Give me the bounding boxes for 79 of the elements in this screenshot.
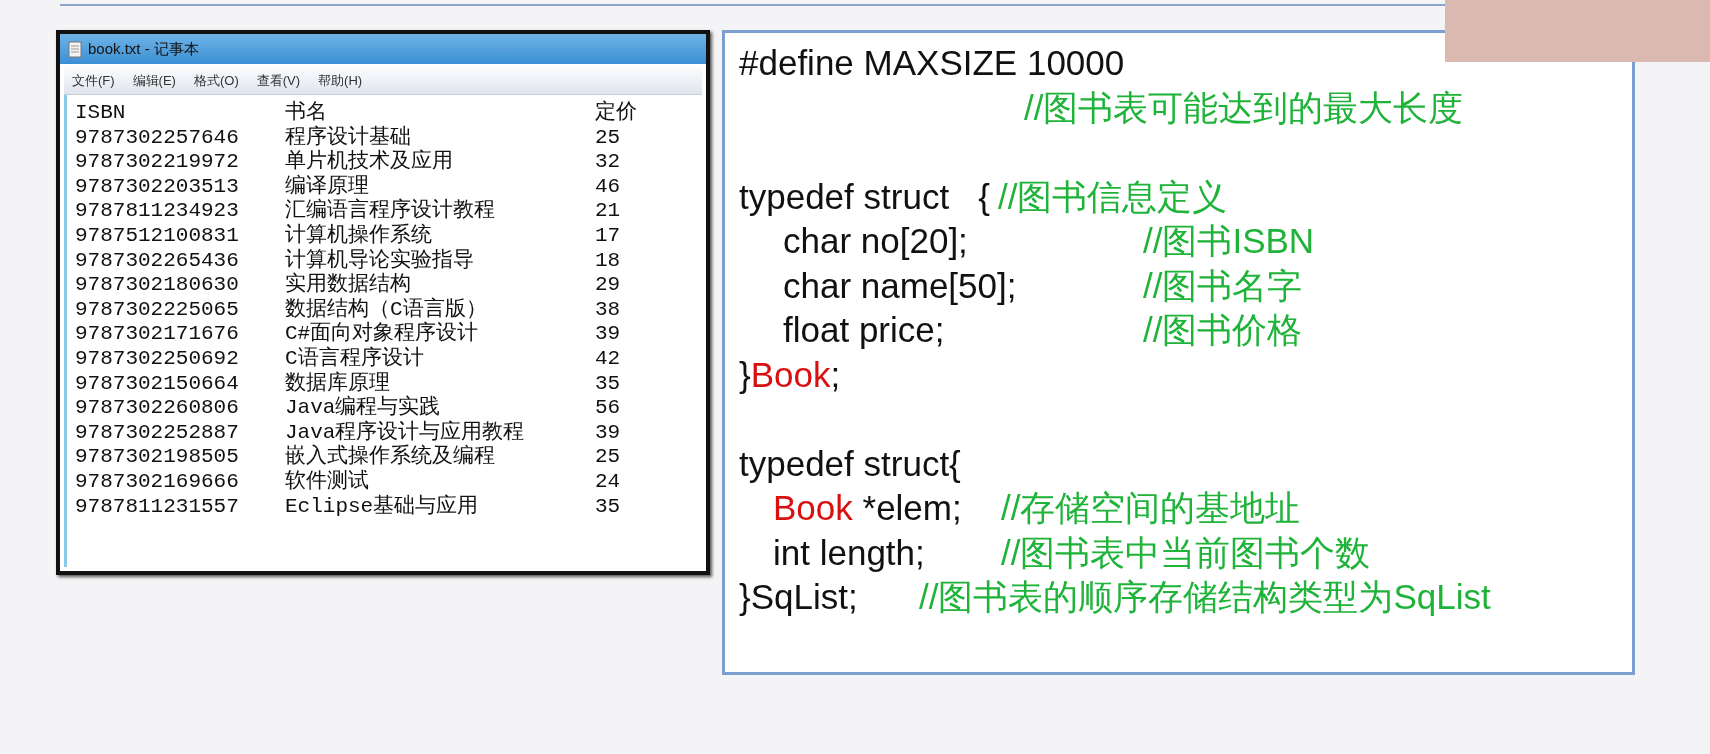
menu-item[interactable]: 文件(F) xyxy=(72,72,115,90)
text-line: 软件测试 xyxy=(285,469,370,495)
code-comment: //图书表中当前图书个数 xyxy=(1001,531,1371,574)
text-line: 9787811231557 xyxy=(75,494,240,520)
text-line: 计算机导论实验指导 xyxy=(285,248,475,272)
code-text: float price; xyxy=(783,310,945,349)
text-line: 9787302198505 xyxy=(75,445,240,470)
text-line: 9787302169666 xyxy=(75,469,240,495)
code-text: ; xyxy=(830,354,841,394)
code-comment: //图书表可能达到的最大长度 xyxy=(1024,86,1464,129)
code-text: #define MAXSIZE 10000 xyxy=(739,43,1125,82)
text-line: 9787302203513 xyxy=(75,174,240,200)
text-line: 39 xyxy=(595,322,622,347)
text-line: 9787302257646 xyxy=(75,125,240,151)
text-line: 39 xyxy=(595,420,622,446)
text-line: Java程序设计与应用教程 xyxy=(285,420,526,444)
text-line: 9787302225065 xyxy=(75,297,240,323)
menu-item[interactable]: 格式(O) xyxy=(193,72,239,90)
code-comment: //存储空间的基地址 xyxy=(1001,487,1301,529)
text-line: ISBN xyxy=(75,101,127,126)
code-comment: //图书价格 xyxy=(1143,309,1303,351)
code-text: *elem; xyxy=(861,488,962,527)
text-line: 56 xyxy=(595,396,622,421)
text-line: 程序设计基础 xyxy=(285,125,412,149)
text-line: 汇编语言程序设计教程 xyxy=(285,199,496,223)
menu-item[interactable]: 编辑(E) xyxy=(132,72,176,90)
text-line: 32 xyxy=(595,150,622,175)
code-comment: //图书ISBN xyxy=(1143,220,1315,262)
text-line: 实用数据结构 xyxy=(285,273,412,297)
text-line: C#面向对象程序设计 xyxy=(285,322,480,346)
text-line: 数据库原理 xyxy=(285,371,391,395)
text-line: 25 xyxy=(595,445,622,470)
text-line: 21 xyxy=(595,199,622,224)
text-line: 9787302252887 xyxy=(75,420,240,446)
text-line: 35 xyxy=(595,371,622,397)
text-line: 定价 xyxy=(595,101,638,126)
text-line: 9787302260806 xyxy=(75,396,240,421)
text-line: 25 xyxy=(595,125,622,151)
code-text: typedef struct{ xyxy=(739,443,961,483)
text-line: 9787302171676 xyxy=(75,322,240,347)
text-line: 9787302219972 xyxy=(75,150,240,175)
text-line: 数据结构（C语言版） xyxy=(285,297,488,321)
text-line: 17 xyxy=(595,223,622,249)
text-line: Java编程与实践 xyxy=(285,396,442,420)
text-line: 24 xyxy=(595,469,622,495)
text-line: 编译原理 xyxy=(285,174,370,198)
text-line: Eclipse基础与应用 xyxy=(285,494,480,520)
window-title: book.txt - 记事本 xyxy=(88,39,199,59)
type-name: Book xyxy=(773,488,853,527)
code-text: char no[20]; xyxy=(783,221,968,260)
code-comment: //图书信息定义 xyxy=(997,175,1228,218)
text-line: 46 xyxy=(595,174,622,200)
text-line: 9787302180630 xyxy=(75,273,240,298)
code-text: }SqList; xyxy=(739,577,858,616)
text-line: 嵌入式操作系统及编程 xyxy=(285,445,496,469)
text-line: 18 xyxy=(595,248,622,274)
document-icon xyxy=(68,40,82,58)
type-name: Book xyxy=(750,354,831,394)
code-text: char name[50]; xyxy=(783,265,1017,305)
text-line: 42 xyxy=(595,346,622,372)
text-line: 计算机操作系统 xyxy=(285,223,433,248)
text-line: 9787811234923 xyxy=(75,199,240,224)
text-line: 9787302150664 xyxy=(75,371,240,397)
code-comment: //图书名字 xyxy=(1143,264,1303,307)
code-text: typedef struct { xyxy=(739,176,990,216)
code-comment: //图书表的顺序存储结构类型为SqList xyxy=(919,576,1491,618)
text-line: 9787302265436 xyxy=(75,248,240,274)
text-line: 29 xyxy=(595,273,622,298)
menu-item[interactable]: 查看(V) xyxy=(256,72,301,90)
text-line: 35 xyxy=(595,494,622,520)
text-line: 书名 xyxy=(285,101,328,125)
code-text: } xyxy=(739,354,751,394)
menu-item[interactable]: 帮助(H) xyxy=(318,72,363,90)
text-line: 单片机技术及应用 xyxy=(285,150,454,174)
text-line: C语言程序设计 xyxy=(285,346,425,371)
text-line: 38 xyxy=(595,297,622,323)
text-line: 9787302250692 xyxy=(75,346,240,372)
code-text: int length; xyxy=(773,532,925,572)
text-line: 9787512100831 xyxy=(75,223,240,249)
